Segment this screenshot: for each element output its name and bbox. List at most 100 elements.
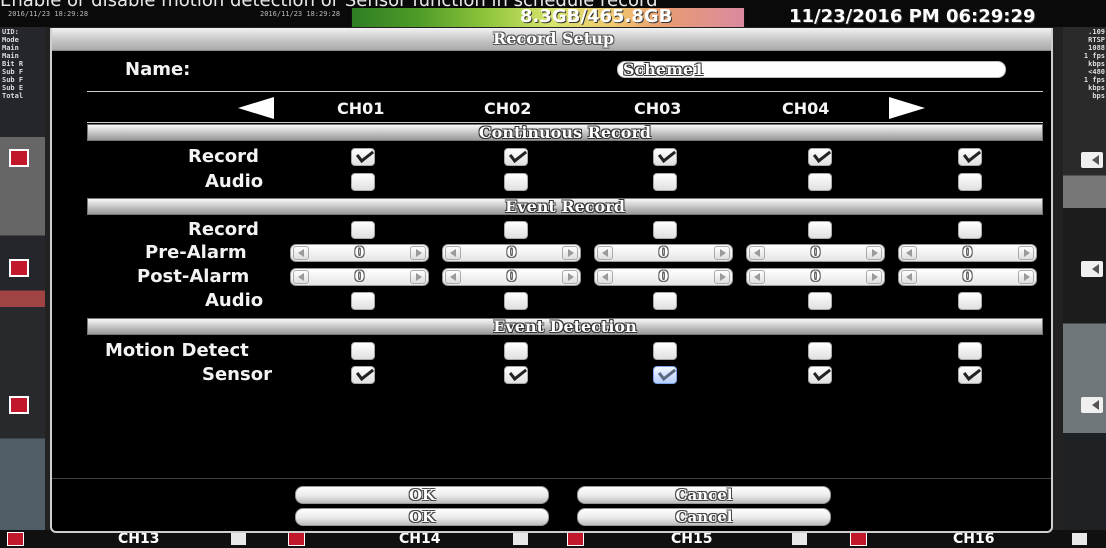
- speaker-icon[interactable]: [231, 533, 246, 545]
- increment-icon[interactable]: [866, 270, 882, 284]
- speaker-icon[interactable]: [1081, 152, 1103, 168]
- continuous-audio-checkbox[interactable]: [504, 173, 528, 191]
- pre-alarm-spinner[interactable]: 0: [594, 244, 733, 262]
- pre-alarm-spinner[interactable]: 0: [898, 244, 1037, 262]
- post-alarm-value: 0: [810, 269, 821, 285]
- decrement-icon[interactable]: [293, 246, 309, 260]
- sensor-checkbox[interactable]: [653, 366, 677, 384]
- continuous-record-section-title: Continuous Record: [478, 123, 652, 142]
- record-icon[interactable]: [7, 532, 24, 546]
- record-icon[interactable]: [9, 259, 29, 277]
- decrement-icon[interactable]: [749, 270, 765, 284]
- decrement-icon[interactable]: [901, 270, 917, 284]
- event-audio-checkbox[interactable]: [808, 292, 832, 310]
- speaker-icon[interactable]: [1081, 397, 1103, 413]
- post-alarm-spinner[interactable]: 0: [594, 268, 733, 286]
- continuous-audio-checkbox[interactable]: [653, 173, 677, 191]
- increment-icon[interactable]: [410, 246, 426, 260]
- continuous-record-checkbox[interactable]: [958, 148, 982, 166]
- post-alarm-value: 0: [658, 269, 669, 285]
- post-alarm-spinner[interactable]: 0: [746, 268, 885, 286]
- record-icon[interactable]: [9, 396, 29, 414]
- motion-detect-checkbox[interactable]: [808, 342, 832, 360]
- event-audio-checkbox[interactable]: [653, 292, 677, 310]
- row-label: Sensor: [202, 364, 272, 385]
- speaker-icon[interactable]: [1072, 533, 1087, 545]
- ok-button[interactable]: OK: [295, 486, 549, 504]
- decrement-icon[interactable]: [901, 246, 917, 260]
- post-alarm-spinner[interactable]: 0: [898, 268, 1037, 286]
- pre-alarm-value: 0: [658, 245, 669, 261]
- decrement-icon[interactable]: [597, 246, 613, 260]
- continuous-audio-checkbox[interactable]: [351, 173, 375, 191]
- sensor-checkbox[interactable]: [351, 366, 375, 384]
- post-alarm-spinner[interactable]: 0: [290, 268, 429, 286]
- event-audio-checkbox[interactable]: [351, 292, 375, 310]
- pre-alarm-spinner[interactable]: 0: [746, 244, 885, 262]
- row-label: Record: [188, 219, 259, 240]
- motion-detect-checkbox[interactable]: [653, 342, 677, 360]
- sensor-checkbox[interactable]: [958, 366, 982, 384]
- increment-icon[interactable]: [562, 246, 578, 260]
- continuous-record-checkbox[interactable]: [351, 148, 375, 166]
- record-icon[interactable]: [288, 532, 305, 546]
- row-label: Record: [188, 146, 259, 167]
- increment-icon[interactable]: [714, 270, 730, 284]
- ok-button-label: OK: [408, 508, 436, 526]
- event-record-checkbox[interactable]: [808, 221, 832, 239]
- continuous-record-checkbox[interactable]: [504, 148, 528, 166]
- pre-alarm-value: 0: [810, 245, 821, 261]
- channel-header: CH04: [782, 99, 830, 118]
- scheme-name-input[interactable]: [617, 61, 1006, 78]
- motion-detect-checkbox[interactable]: [504, 342, 528, 360]
- ok-button-duplicate[interactable]: OK: [295, 508, 549, 526]
- sensor-checkbox[interactable]: [504, 366, 528, 384]
- camera-timestamp: 2016/11/23 18:29:28: [260, 10, 341, 18]
- record-icon[interactable]: [850, 532, 867, 546]
- continuous-audio-checkbox[interactable]: [958, 173, 982, 191]
- decrement-icon[interactable]: [597, 270, 613, 284]
- speaker-icon[interactable]: [792, 533, 807, 545]
- row-label: Audio: [205, 290, 264, 311]
- continuous-record-checkbox[interactable]: [808, 148, 832, 166]
- decrement-icon[interactable]: [445, 246, 461, 260]
- speaker-icon[interactable]: [1081, 261, 1103, 277]
- event-audio-checkbox[interactable]: [504, 292, 528, 310]
- record-icon[interactable]: [567, 532, 584, 546]
- decrement-icon[interactable]: [749, 246, 765, 260]
- cancel-button-label: Cancel: [675, 486, 733, 504]
- increment-icon[interactable]: [410, 270, 426, 284]
- disk-usage-text: 8.3GB/465.8GB: [520, 6, 673, 27]
- event-record-checkbox[interactable]: [351, 221, 375, 239]
- dvr-screen: UID: Mode Main Main Bit R Sub F Sub F Su…: [0, 0, 1106, 548]
- row-label: Audio: [205, 171, 264, 192]
- increment-icon[interactable]: [562, 270, 578, 284]
- pre-alarm-spinner[interactable]: 0: [442, 244, 581, 262]
- sensor-checkbox[interactable]: [808, 366, 832, 384]
- event-detection-section-title: Event Detection: [493, 317, 637, 336]
- pre-alarm-value: 0: [354, 245, 365, 261]
- cancel-button-duplicate[interactable]: Cancel: [577, 508, 831, 526]
- record-icon[interactable]: [9, 149, 29, 167]
- speaker-icon[interactable]: [513, 533, 528, 545]
- event-record-checkbox[interactable]: [504, 221, 528, 239]
- motion-detect-checkbox[interactable]: [351, 342, 375, 360]
- increment-icon[interactable]: [714, 246, 730, 260]
- motion-detect-checkbox[interactable]: [958, 342, 982, 360]
- next-channels-icon[interactable]: [889, 97, 925, 119]
- previous-channels-icon[interactable]: [238, 97, 274, 119]
- decrement-icon[interactable]: [293, 270, 309, 284]
- post-alarm-spinner[interactable]: 0: [442, 268, 581, 286]
- pre-alarm-spinner[interactable]: 0: [290, 244, 429, 262]
- channel-header: CH02: [484, 99, 532, 118]
- continuous-audio-checkbox[interactable]: [808, 173, 832, 191]
- continuous-record-checkbox[interactable]: [653, 148, 677, 166]
- event-audio-checkbox[interactable]: [958, 292, 982, 310]
- event-record-checkbox[interactable]: [958, 221, 982, 239]
- increment-icon[interactable]: [1018, 246, 1034, 260]
- event-record-checkbox[interactable]: [653, 221, 677, 239]
- decrement-icon[interactable]: [445, 270, 461, 284]
- increment-icon[interactable]: [1018, 270, 1034, 284]
- cancel-button[interactable]: Cancel: [577, 486, 831, 504]
- increment-icon[interactable]: [866, 246, 882, 260]
